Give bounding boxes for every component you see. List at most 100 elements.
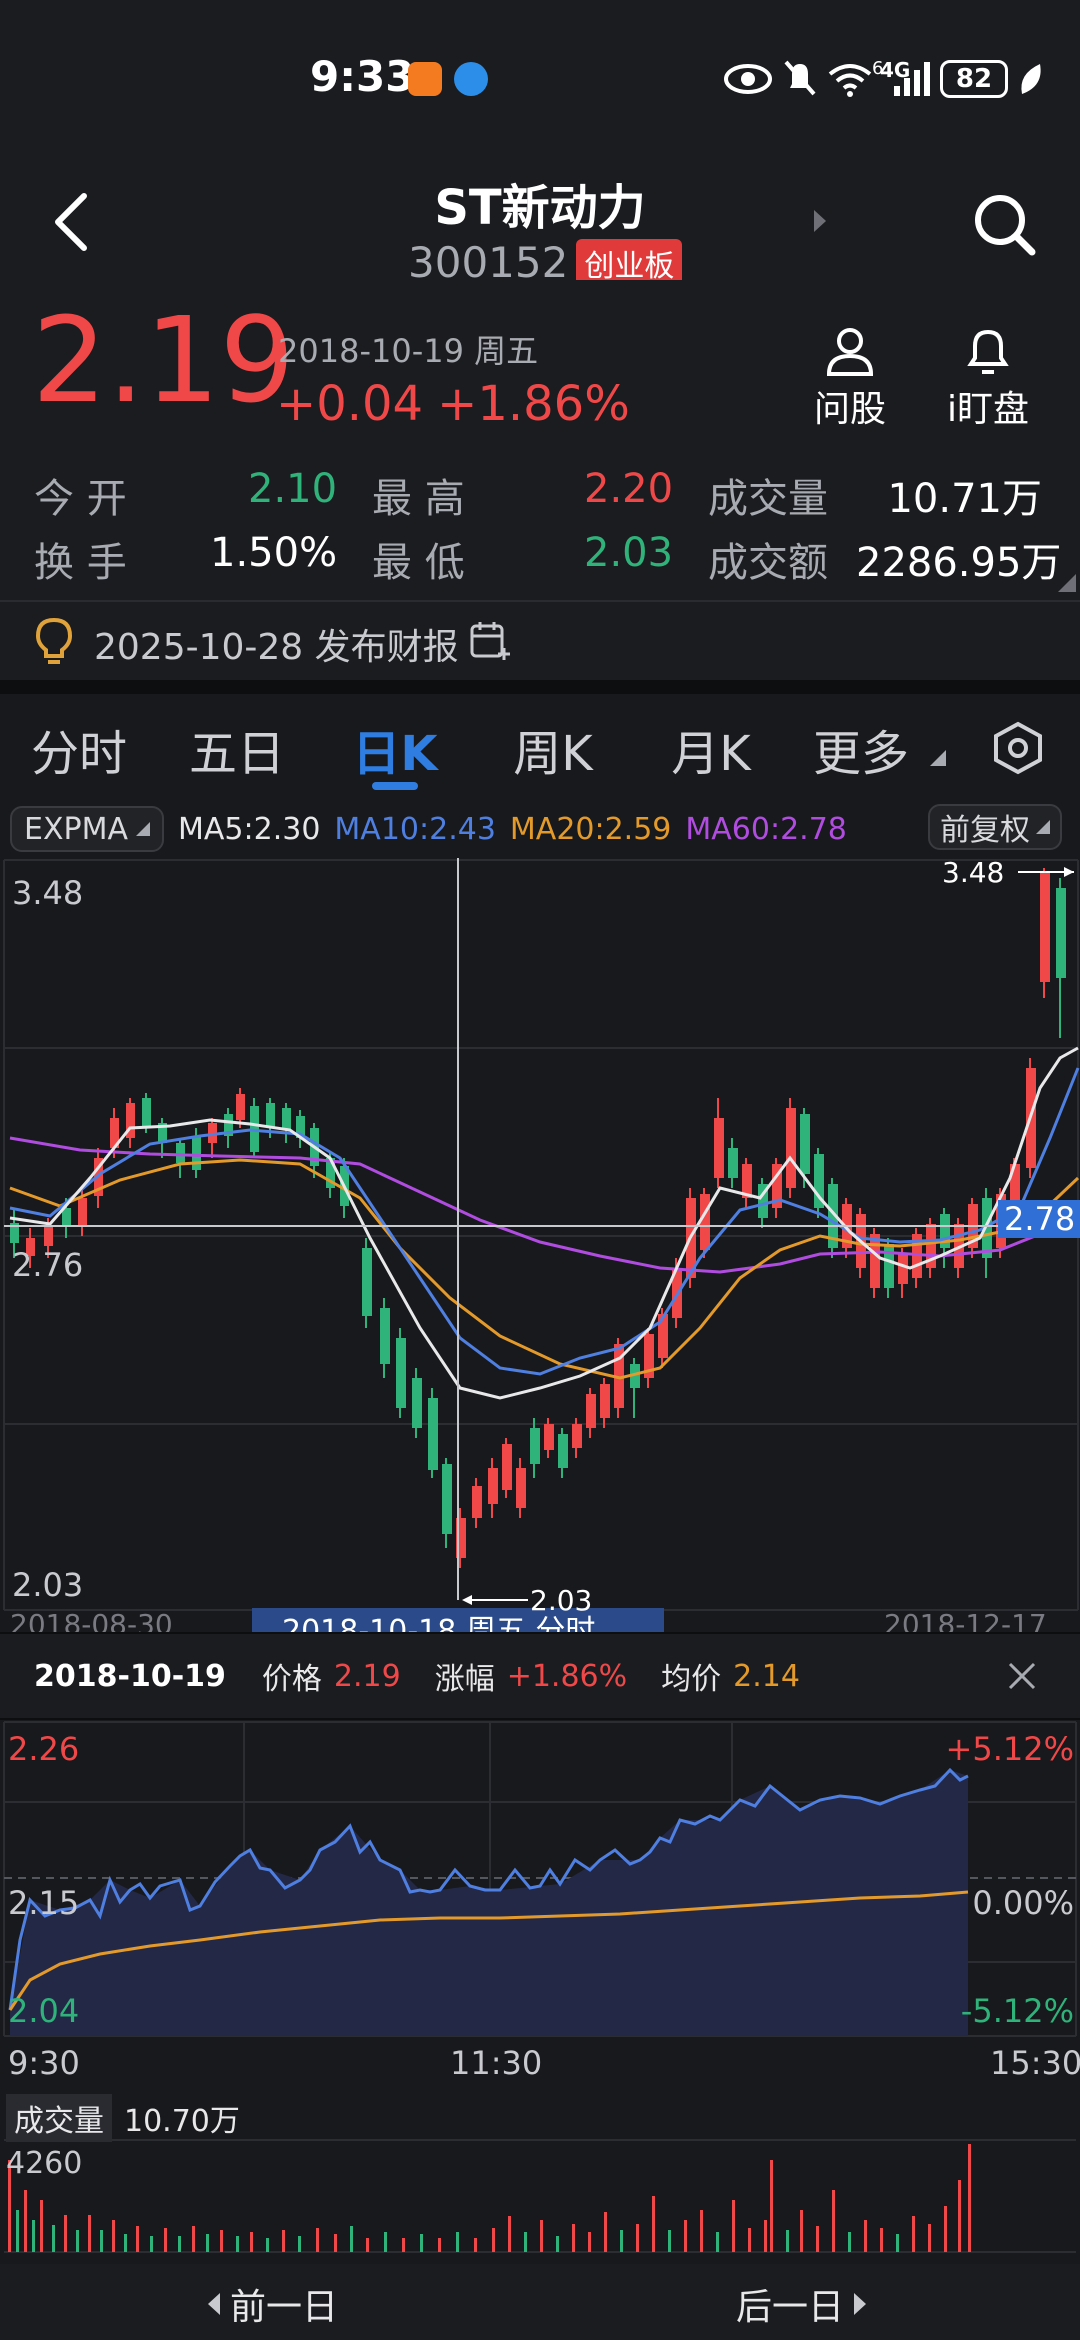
leaf-icon — [1021, 64, 1041, 94]
battery-icon: 82 — [940, 60, 1008, 98]
tab-more[interactable]: 更多 — [796, 694, 926, 804]
intraday-mid-price: 2.15 — [8, 1884, 80, 1922]
volume-value: 10.71万 — [887, 476, 1042, 522]
ask-stock-label: 问股 — [813, 389, 886, 430]
last-price: 2.19 — [32, 291, 295, 429]
info-avg-label: 均价 — [661, 1662, 722, 1697]
clock: 9:33 — [310, 52, 415, 101]
next-day-button[interactable]: 后一日 — [736, 2278, 870, 2330]
kline-mid-price: 2.76 — [12, 1246, 84, 1284]
tab-intraday[interactable]: 分时 — [14, 694, 144, 804]
indicator-row: EXPMA MA5:2.30 MA10:2.43 MA20:2.59 MA60:… — [10, 804, 847, 854]
kline-date-cursor: 2018-10-18 周五 分时 — [282, 1614, 596, 1632]
low-value: 2.03 — [584, 530, 674, 576]
tab-active-indicator — [372, 782, 418, 790]
tab-weekly-k[interactable]: 周K — [488, 694, 618, 804]
kline-top-price: 3.48 — [12, 874, 84, 912]
kline-max-tag: 3.48 — [942, 856, 1005, 889]
mute-bell-icon — [784, 60, 816, 96]
chart-tabs: 分时 五日 日K 周K 月K 更多 — [0, 694, 1080, 804]
signal-icon — [894, 62, 930, 96]
volume-max-label: 4260 — [6, 2146, 83, 2181]
tab-monthly-k[interactable]: 月K — [646, 694, 776, 804]
earnings-notice: 2025-10-28 发布财报 — [94, 627, 459, 668]
stock-name: ST新动力 — [434, 180, 646, 236]
watch-label: i盯盘 — [946, 389, 1029, 430]
turnover-value: 1.50% — [210, 530, 338, 576]
time-start: 9:30 — [8, 2044, 80, 2082]
kline-date-left: 2018-08-30 — [10, 1608, 173, 1632]
info-change: +1.86% — [506, 1658, 628, 1694]
section-separator — [0, 680, 1080, 694]
divider — [0, 600, 1080, 602]
adjust-dropdown-icon — [1036, 820, 1050, 834]
bell-icon — [967, 329, 1009, 374]
indicator-mode-select[interactable]: EXPMA — [10, 806, 165, 852]
info-date: 2018-10-19 — [34, 1658, 226, 1694]
intraday-high-price: 2.26 — [8, 1730, 80, 1768]
add-calendar-icon[interactable] — [468, 618, 512, 662]
crosshair-price-tag: 2.78 — [998, 1200, 1080, 1238]
user-question-icon — [826, 328, 874, 376]
battery-level: 82 — [955, 64, 993, 94]
price-change-pct: +1.86% — [437, 376, 630, 432]
adjust-label: 前复权 — [940, 813, 1030, 848]
open-value: 2.10 — [248, 466, 338, 512]
lightbulb-icon — [35, 617, 73, 664]
intraday-low-price: 2.04 — [8, 1992, 80, 2030]
time-end: 15:30 — [990, 2044, 1080, 2082]
wifi-icon — [828, 64, 872, 97]
high-label: 最 高 — [372, 476, 465, 522]
prev-day-label: 前一日 — [230, 2287, 339, 2328]
notification-app-icon — [408, 62, 442, 96]
watch-button[interactable]: i盯盘 — [938, 324, 1038, 432]
kline-chart[interactable] — [0, 858, 1080, 1634]
amount-value: 2286.95万 — [856, 540, 1062, 586]
time-mid: 11:30 — [450, 2044, 543, 2082]
intraday-mid-pct: 0.00% — [972, 1884, 1074, 1922]
next-arrow-icon — [854, 2293, 867, 2315]
ma5-value: MA5:2.30 — [178, 811, 321, 847]
quote-panel: 2.19 2018-10-19 周五 +0.04 +1.86% 问股 i盯盘 今… — [0, 280, 1080, 680]
tab-five-day[interactable]: 五日 — [172, 694, 302, 804]
day-navigation: 前一日 后一日 — [0, 2264, 1080, 2340]
prev-day-button[interactable]: 前一日 — [204, 2278, 338, 2330]
close-icon[interactable] — [1002, 1656, 1042, 1696]
info-price-label: 价格 — [261, 1662, 322, 1697]
ask-stock-button[interactable]: 问股 — [810, 324, 890, 432]
intraday-info-bar: 2018-10-19 价格 2.19 涨幅 +1.86% 均价 2.14 — [0, 1632, 1080, 1720]
ma20-value: MA20:2.59 — [509, 811, 672, 847]
screen: { "status": {"time": "9:33", "battery": … — [0, 0, 1080, 2340]
info-change-label: 涨幅 — [434, 1662, 495, 1697]
kline-bottom-price: 2.03 — [12, 1566, 84, 1604]
volume-panel-label: 成交量 — [6, 2094, 112, 2142]
info-avg: 2.14 — [733, 1658, 800, 1694]
amount-label: 成交额 — [708, 540, 828, 586]
next-day-label: 后一日 — [736, 2287, 845, 2328]
ma60-value: MA60:2.78 — [685, 811, 847, 847]
kline-date-right: 2018-12-17 — [884, 1608, 1047, 1632]
turnover-label: 换 手 — [34, 540, 127, 586]
info-price: 2.19 — [333, 1658, 401, 1694]
next-stock-arrow-icon[interactable] — [810, 206, 830, 236]
open-label: 今 开 — [34, 476, 127, 522]
volume-panel-value: 10.70万 — [124, 2104, 240, 2139]
dropdown-corner-icon — [136, 822, 151, 836]
intraday-chart[interactable] — [0, 1720, 1080, 2264]
ma10-value: MA10:2.43 — [334, 811, 496, 847]
intraday-high-pct: +5.12% — [945, 1730, 1074, 1768]
prev-arrow-icon — [208, 2293, 220, 2315]
adjust-select[interactable]: 前复权 — [928, 804, 1062, 850]
settings-hexagon-icon[interactable] — [988, 718, 1048, 778]
notification-browser-icon — [454, 62, 488, 96]
intraday-low-pct: -5.12% — [960, 1992, 1074, 2030]
high-value: 2.20 — [584, 466, 674, 512]
eye-icon — [724, 64, 772, 94]
volume-label: 成交量 — [708, 476, 828, 522]
low-label: 最 低 — [372, 540, 465, 586]
price-change: +0.04 — [276, 376, 424, 432]
status-bar: 9:33 6 4G 82 — [0, 0, 1080, 160]
search-icon[interactable] — [972, 192, 1038, 258]
indicator-mode: EXPMA — [24, 811, 129, 847]
expand-corner-icon[interactable] — [1058, 574, 1076, 592]
